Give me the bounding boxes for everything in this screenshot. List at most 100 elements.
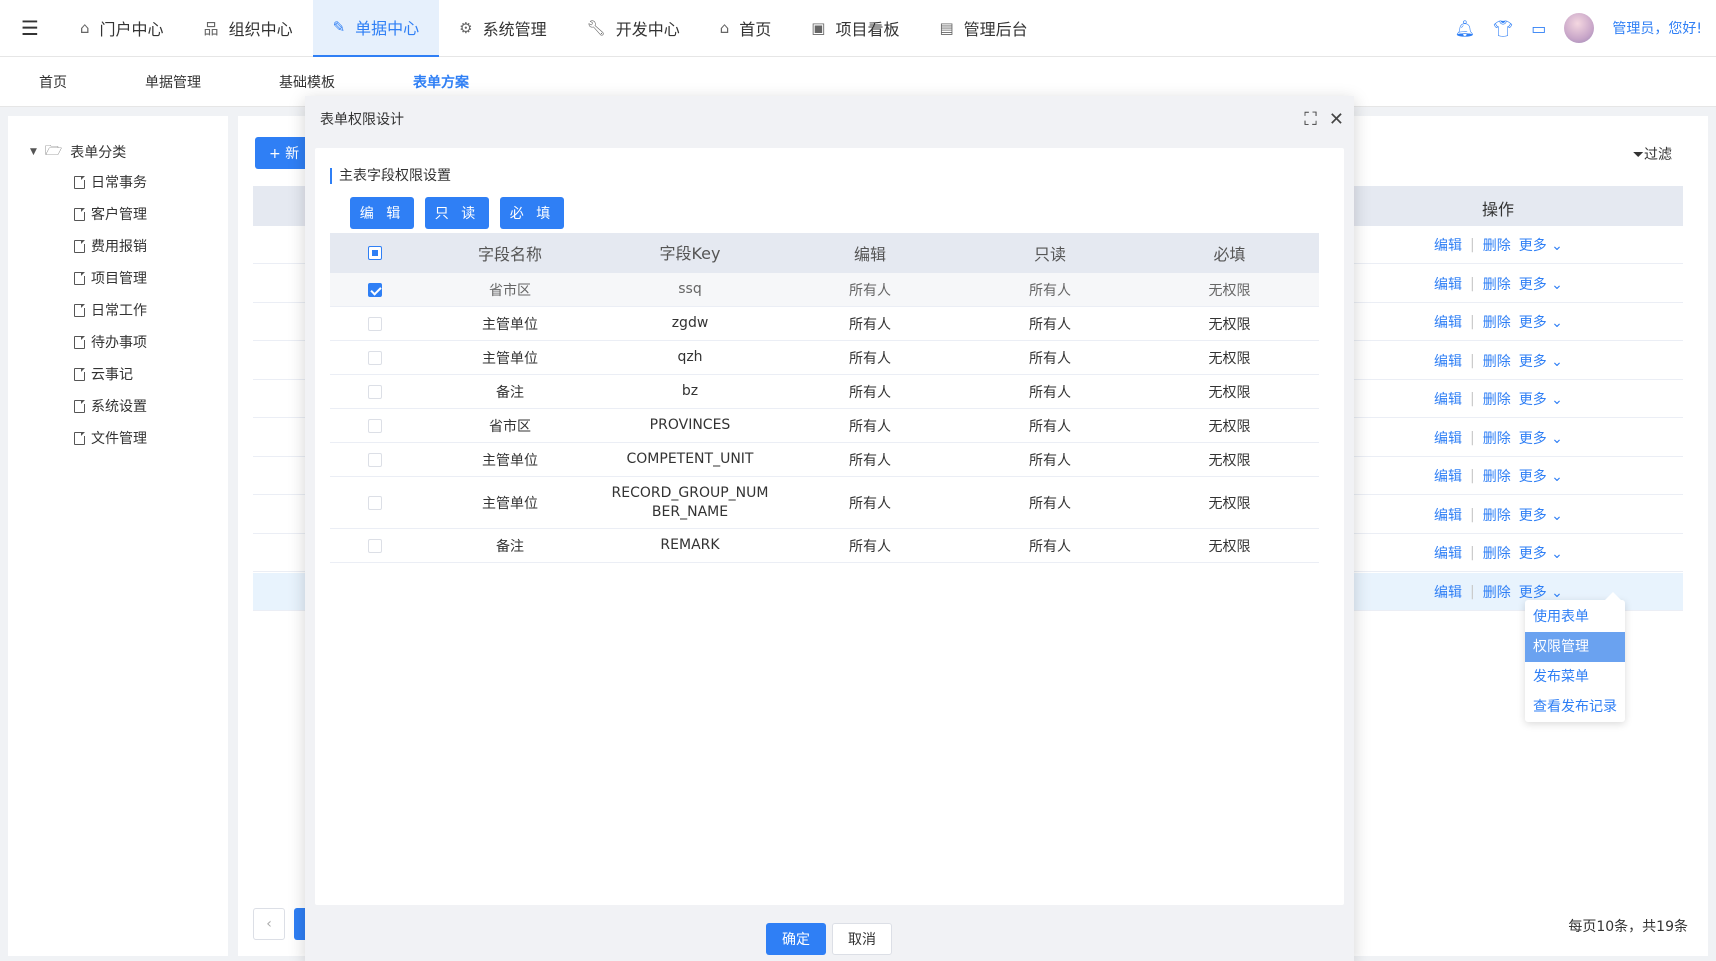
row-checkbox[interactable] xyxy=(368,418,382,433)
readonly-perm-cell[interactable]: 所有人 xyxy=(960,348,1140,368)
edit-link[interactable]: 编辑 xyxy=(1434,235,1462,255)
permission-row[interactable]: 备注 bz 所有人 所有人 无权限 xyxy=(330,375,1319,409)
nav-item-5[interactable]: ⌂ 首页 xyxy=(700,0,792,57)
user-greeting[interactable]: 管理员，您好! xyxy=(1612,18,1702,38)
edit-perm-cell[interactable]: 所有人 xyxy=(780,382,960,402)
delete-link[interactable]: 删除 xyxy=(1483,274,1511,294)
delete-link[interactable]: 删除 xyxy=(1483,312,1511,332)
more-link[interactable]: 更多 ⌄ xyxy=(1519,543,1563,563)
ok-button[interactable]: 确定 xyxy=(766,923,826,955)
edit-link[interactable]: 编辑 xyxy=(1434,351,1462,371)
edit-link[interactable]: 编辑 xyxy=(1434,312,1462,332)
edit-perm-cell[interactable]: 所有人 xyxy=(780,536,960,556)
nav-item-4[interactable]: 🔧︎ 开发中心 xyxy=(567,0,700,57)
row-checkbox[interactable] xyxy=(368,350,382,365)
readonly-perm-cell[interactable]: 所有人 xyxy=(960,314,1140,334)
tree-item[interactable]: 客户管理 xyxy=(74,204,147,224)
edit-link[interactable]: 编辑 xyxy=(1434,466,1462,486)
required-perm-cell[interactable]: 无权限 xyxy=(1140,416,1319,436)
required-perm-cell[interactable]: 无权限 xyxy=(1140,280,1319,300)
tree-item[interactable]: 待办事项 xyxy=(74,332,147,352)
required-perm-cell[interactable]: 无权限 xyxy=(1140,382,1319,402)
required-perm-cell[interactable]: 无权限 xyxy=(1140,348,1319,368)
more-link[interactable]: 更多 ⌄ xyxy=(1519,312,1563,332)
permission-row[interactable]: 主管单位 COMPETENT_UNIT 所有人 所有人 无权限 xyxy=(330,443,1319,477)
subtab-1[interactable]: 单据管理 xyxy=(106,72,240,92)
dropdown-item-1[interactable]: 权限管理 xyxy=(1525,632,1625,662)
dropdown-item-0[interactable]: 使用表单 xyxy=(1525,602,1625,632)
tree-item[interactable]: 文件管理 xyxy=(74,428,147,448)
nav-item-2[interactable]: ✎ 单据中心 xyxy=(312,0,440,57)
nav-item-1[interactable]: 品组织中心 xyxy=(184,0,313,57)
readonly-perm-cell[interactable]: 所有人 xyxy=(960,536,1140,556)
edit-perm-cell[interactable]: 所有人 xyxy=(780,493,960,513)
menu-toggle-icon[interactable]: ☰ xyxy=(0,0,60,57)
shirt-icon[interactable]: 👕︎ xyxy=(1493,19,1513,38)
edit-link[interactable]: 编辑 xyxy=(1434,505,1462,525)
row-checkbox[interactable] xyxy=(368,538,382,553)
delete-link[interactable]: 删除 xyxy=(1483,505,1511,525)
caret-down-icon[interactable]: ▼ xyxy=(30,147,37,157)
bell-icon[interactable]: 🔔︎ xyxy=(1455,19,1475,38)
edit-link[interactable]: 编辑 xyxy=(1434,428,1462,448)
subtab-0[interactable]: 首页 xyxy=(0,72,106,92)
subtab-2[interactable]: 基础模板 xyxy=(240,72,374,92)
row-checkbox[interactable] xyxy=(368,452,382,467)
tree-item[interactable]: 系统设置 xyxy=(74,396,147,416)
more-link[interactable]: 更多 ⌄ xyxy=(1519,389,1563,409)
required-perm-button[interactable]: 必 填 xyxy=(500,197,564,229)
delete-link[interactable]: 删除 xyxy=(1483,428,1511,448)
dropdown-item-2[interactable]: 发布菜单 xyxy=(1525,662,1625,692)
row-checkbox[interactable] xyxy=(368,282,382,297)
delete-link[interactable]: 删除 xyxy=(1483,351,1511,371)
edit-link[interactable]: 编辑 xyxy=(1434,389,1462,409)
required-perm-cell[interactable]: 无权限 xyxy=(1140,314,1319,334)
readonly-perm-cell[interactable]: 所有人 xyxy=(960,450,1140,470)
readonly-perm-cell[interactable]: 所有人 xyxy=(960,382,1140,402)
tree-item[interactable]: 日常事务 xyxy=(74,172,147,192)
tree-item[interactable]: 云事记 xyxy=(74,364,133,384)
tree-root[interactable]: ▼ 🗁 表单分类 xyxy=(30,140,126,164)
more-link[interactable]: 更多 ⌄ xyxy=(1519,274,1563,294)
readonly-perm-cell[interactable]: 所有人 xyxy=(960,416,1140,436)
readonly-perm-button[interactable]: 只 读 xyxy=(425,197,489,229)
delete-link[interactable]: 删除 xyxy=(1483,466,1511,486)
fullscreen-icon[interactable]: ⛶ xyxy=(1304,109,1317,130)
more-link[interactable]: 更多 ⌄ xyxy=(1519,351,1563,371)
delete-link[interactable]: 删除 xyxy=(1483,235,1511,255)
permission-row[interactable]: 主管单位 qzh 所有人 所有人 无权限 xyxy=(330,341,1319,375)
nav-item-6[interactable]: ▣ 项目看板 xyxy=(791,0,919,57)
delete-link[interactable]: 删除 xyxy=(1483,582,1511,602)
nav-item-3[interactable]: ⚙ 系统管理 xyxy=(439,0,566,57)
row-checkbox[interactable] xyxy=(368,495,382,510)
filter-button[interactable]: ⏷过滤 xyxy=(1633,144,1672,164)
permission-row[interactable]: 主管单位 zgdw 所有人 所有人 无权限 xyxy=(330,307,1319,341)
avatar[interactable] xyxy=(1564,13,1595,43)
readonly-perm-cell[interactable]: 所有人 xyxy=(960,280,1140,300)
edit-link[interactable]: 编辑 xyxy=(1434,543,1462,563)
readonly-perm-cell[interactable]: 所有人 xyxy=(960,493,1140,513)
delete-link[interactable]: 删除 xyxy=(1483,543,1511,563)
edit-perm-cell[interactable]: 所有人 xyxy=(780,280,960,300)
cancel-button[interactable]: 取消 xyxy=(832,923,892,955)
more-link[interactable]: 更多 ⌄ xyxy=(1519,505,1563,525)
more-link[interactable]: 更多 ⌄ xyxy=(1519,428,1563,448)
tree-item[interactable]: 项目管理 xyxy=(74,268,147,288)
prev-page-button[interactable]: ‹ xyxy=(253,908,285,940)
required-perm-cell[interactable]: 无权限 xyxy=(1140,536,1319,556)
more-link[interactable]: 更多 ⌄ xyxy=(1519,582,1563,602)
close-icon[interactable]: ✕ xyxy=(1329,109,1344,130)
permission-row[interactable]: 备注 REMARK 所有人 所有人 无权限 xyxy=(330,529,1319,563)
edit-perm-cell[interactable]: 所有人 xyxy=(780,416,960,436)
edit-perm-cell[interactable]: 所有人 xyxy=(780,314,960,334)
select-all-checkbox[interactable] xyxy=(368,246,382,260)
edit-link[interactable]: 编辑 xyxy=(1434,582,1462,602)
edit-link[interactable]: 编辑 xyxy=(1434,274,1462,294)
subtab-3[interactable]: 表单方案 xyxy=(374,72,508,92)
tree-item[interactable]: 日常工作 xyxy=(74,300,147,320)
dropdown-item-3[interactable]: 查看发布记录 xyxy=(1525,692,1625,722)
nav-item-0[interactable]: ⌂ 门户中心 xyxy=(60,0,184,57)
monitor-icon[interactable]: ▭ xyxy=(1531,19,1546,38)
required-perm-cell[interactable]: 无权限 xyxy=(1140,493,1319,513)
edit-perm-button[interactable]: 编 辑 xyxy=(350,197,414,229)
